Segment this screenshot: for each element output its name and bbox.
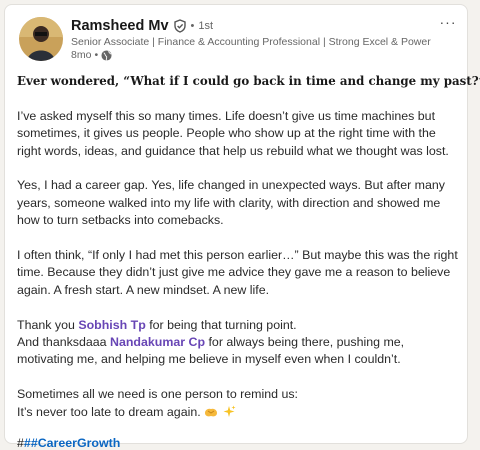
sparkles-emoji xyxy=(223,405,236,417)
author-name[interactable]: Ramsheed Mv xyxy=(71,18,169,34)
author-headline: Senior Associate | Finance & Accounting … xyxy=(71,36,431,48)
thanks-text-1: Thank you xyxy=(17,317,79,332)
author-avatar[interactable] xyxy=(19,17,63,61)
connection-degree: 1st xyxy=(198,20,214,32)
post-meta: 8mo • xyxy=(71,49,112,61)
degree-dot: • xyxy=(190,20,195,32)
hashtag-1[interactable]: # xyxy=(24,436,31,450)
thanks-text-2: for being that turning point. xyxy=(145,317,297,332)
post-card: Ramsheed Mv • 1st Senior Associate | Fin… xyxy=(4,4,480,450)
post-hashtags: ###CareerGrowth xyxy=(17,436,120,450)
globe-icon xyxy=(101,49,112,61)
hashtag-prefix: # xyxy=(17,436,24,450)
author-name-row: Ramsheed Mv • 1st xyxy=(71,18,213,34)
post-lead: Ever wondered, “What if I could go back … xyxy=(17,74,480,88)
hands-emoji xyxy=(205,408,218,417)
post-paragraph-2: Yes, I had a career gap. Yes, life chang… xyxy=(17,178,445,228)
avatar-photo-icon xyxy=(19,17,63,61)
meta-dot: • xyxy=(94,49,99,61)
post-time[interactable]: 8mo xyxy=(71,49,91,61)
mention-sobhish[interactable]: Sobhish Tp xyxy=(78,318,145,332)
post-options-button[interactable]: ··· xyxy=(438,15,458,33)
mention-nandakumar[interactable]: Nandakumar Cp xyxy=(110,335,205,349)
post-paragraph-5: Sometimes all we need is one person to r… xyxy=(17,386,463,421)
closing-line-1: Sometimes all we need is one person to r… xyxy=(17,387,298,402)
hashtag-career-growth[interactable]: #CareerGrowth xyxy=(31,436,121,450)
post-paragraph-1: I’ve asked myself this so many times. Li… xyxy=(17,108,449,158)
closing-line-2: It’s never too late to dream again. xyxy=(17,404,205,419)
post-body: Ever wondered, “What if I could go back … xyxy=(17,73,480,438)
thanks-text-3: And thanksdaaa xyxy=(17,335,111,350)
post-paragraph-3: I often think, “If only I had met this p… xyxy=(17,248,458,297)
verified-shield-icon xyxy=(173,19,186,33)
post-paragraph-4: Thank you Sobhish Tp for being that turn… xyxy=(17,317,463,369)
